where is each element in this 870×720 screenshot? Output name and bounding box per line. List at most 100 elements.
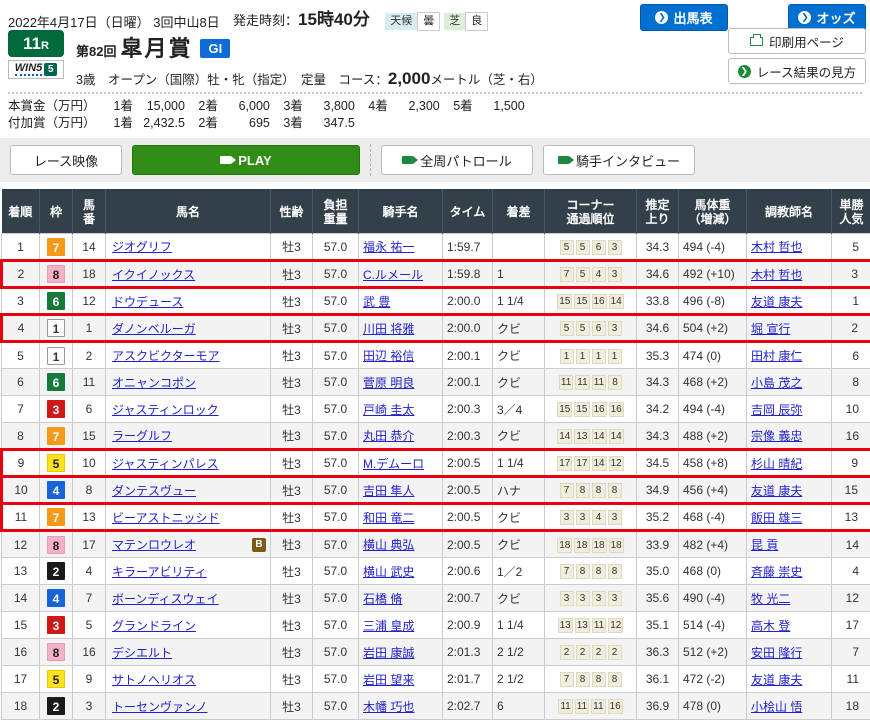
horse-link[interactable]: トーセンヴァンノ [112,700,207,714]
horse-link[interactable]: ボーンディスウェイ [112,592,219,606]
jockey-link[interactable]: 横山 武史 [363,565,414,579]
margin: クビ [493,315,545,342]
trainer-link[interactable]: 斉藤 崇史 [751,565,802,579]
win-popularity: 17 [832,612,870,639]
jockey-link[interactable]: 武 豊 [363,295,390,309]
sex-age: 牡3 [271,585,313,612]
trainer-link[interactable]: 木村 哲也 [751,240,802,254]
play-button[interactable]: PLAY [132,145,360,175]
trainer-link[interactable]: 吉岡 辰弥 [751,403,802,417]
race-result-page: 2022年4月17日（日曜） 3回中山8日 発走時刻：15時40分 天候曇芝良 … [0,0,870,711]
finish-time: 2:00.5 [443,504,493,531]
horse-link[interactable]: オニャンコポン [112,376,196,390]
frame-number-badge: 2 [47,562,65,580]
corner-positions: 3333 [545,585,637,612]
jockey-link[interactable]: 戸崎 圭太 [363,403,414,417]
trainer-link[interactable]: 小島 茂之 [751,376,802,390]
corner-position-box: 11 [575,699,589,714]
trainer-link[interactable]: 杉山 晴紀 [751,457,802,471]
jockey-link[interactable]: 木幡 巧也 [363,700,414,714]
horse-link[interactable]: ビーアストニッシド [112,511,220,525]
jockey-link[interactable]: C.ルメール [363,268,423,282]
jockey-link[interactable]: 三浦 皇成 [363,619,414,633]
jockey-link[interactable]: 和田 竜二 [363,511,414,525]
corner-position-box: 3 [592,591,606,606]
corner-positions: 3343 [545,504,637,531]
trainer-link[interactable]: 昆 貢 [751,538,778,552]
corner-position-box: 11 [592,618,606,633]
horse-link[interactable]: ダノンベルーガ [112,322,196,336]
trainer-link[interactable]: 木村 哲也 [751,268,802,282]
carried-weight: 57.0 [313,585,359,612]
prize-place: 2着 [198,98,217,115]
corner-position-box: 14 [592,456,607,471]
trainer-link[interactable]: 友道 康夫 [751,484,802,498]
horse-name-cell: キラーアビリティ [106,558,271,585]
corner-position-box: 5 [576,240,590,255]
finish-position: 7 [2,396,40,423]
win-popularity: 10 [832,396,870,423]
jockey-link[interactable]: M.デムーロ [363,457,424,471]
trainer-cell: 杉山 晴紀 [747,450,832,477]
frame-number-badge: 4 [47,481,65,499]
result-guide-button[interactable]: レース結果の見方 [728,58,866,84]
trainer-link[interactable]: 田村 康仁 [751,349,802,363]
frame-number-badge: 8 [47,265,65,283]
trainer-link[interactable]: 飯田 雄三 [751,511,802,525]
corner-position-box: 12 [608,618,623,633]
trainer-link[interactable]: 友道 康夫 [751,673,802,687]
jockey-link[interactable]: 福永 祐一 [363,240,414,254]
entries-button[interactable]: 出馬表 [640,4,728,31]
horse-link[interactable]: イクイノックス [112,268,195,282]
horse-link[interactable]: ジャスティンパレス [112,457,219,471]
horse-body-weight: 490 (-4) [679,585,747,612]
horse-link[interactable]: ラーグルフ [112,429,172,443]
horse-link[interactable]: ダンテスヴュー [112,484,196,498]
jockey-link[interactable]: 石橋 脩 [363,592,402,606]
jockey-link[interactable]: 川田 将雅 [363,322,414,336]
jockey-link[interactable]: 丸田 恭介 [363,429,414,443]
horse-link[interactable]: ジャスティンロック [112,403,219,417]
win-popularity: 4 [832,558,870,585]
trainer-link[interactable]: 牧 光二 [751,592,790,606]
jockey-link[interactable]: 横山 典弘 [363,538,414,552]
trainer-link[interactable]: 友道 康夫 [751,295,802,309]
print-page-button[interactable]: 印刷用ページ [728,28,866,54]
trainer-link[interactable]: 安田 隆行 [751,646,802,660]
jockey-link[interactable]: 菅原 明良 [363,376,414,390]
horse-link[interactable]: キラーアビリティ [112,565,207,579]
jockey-link[interactable]: 田辺 裕信 [363,349,414,363]
jockey-link[interactable]: 岩田 康誠 [363,646,414,660]
horse-link[interactable]: ジオグリフ [112,240,172,254]
horse-body-weight: 456 (+4) [679,477,747,504]
trainer-cell: 斉藤 崇史 [747,558,832,585]
corner-position-box: 11 [591,699,605,714]
horse-link[interactable]: デシエルト [112,646,172,660]
horse-body-weight: 458 (+8) [679,450,747,477]
horse-link[interactable]: アスクビクターモア [112,349,220,363]
frame-cell: 6 [40,369,73,396]
patrol-video-button[interactable]: 全周パトロール [381,145,533,175]
jockey-interview-button[interactable]: 騎手インタビュー [543,145,695,175]
odds-button[interactable]: オッズ [788,4,866,31]
horse-link[interactable]: サトノヘリオス [112,673,196,687]
jockey-link[interactable]: 吉田 隼人 [363,484,414,498]
horse-link[interactable]: グランドライン [112,619,196,633]
corner-position-box: 13 [575,618,590,633]
trainer-link[interactable]: 高木 登 [751,619,790,633]
corner-position-box: 11 [559,375,573,390]
corner-position-box: 7 [560,672,574,687]
finish-position: 12 [2,531,40,558]
horse-body-weight: 468 (+2) [679,369,747,396]
trainer-link[interactable]: 小桧山 悟 [751,700,802,714]
jockey-cell: 吉田 隼人 [359,477,443,504]
jockey-link[interactable]: 岩田 望来 [363,673,414,687]
trainer-link[interactable]: 宗像 義忠 [751,429,802,443]
corner-position-box: 15 [574,294,589,309]
horse-link[interactable]: ドウデュース [112,295,183,309]
horse-link[interactable]: マテンロウレオ [112,538,196,552]
margin: 1 [493,261,545,288]
corner-positions: 7888 [545,558,637,585]
trainer-link[interactable]: 堀 宣行 [751,322,790,336]
race-video-button[interactable]: レース映像 [10,145,122,175]
